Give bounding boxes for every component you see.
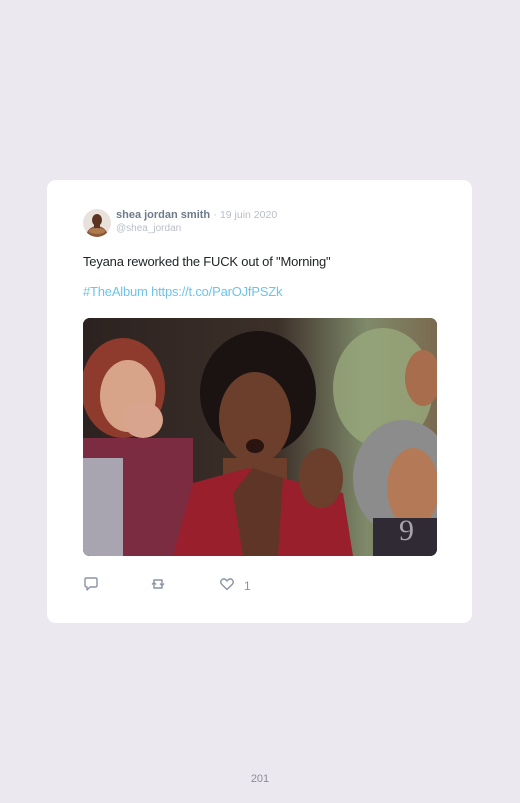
- svg-text:9: 9: [399, 514, 414, 547]
- tweet-text: Teyana reworked the FUCK out of "Morning…: [83, 254, 331, 269]
- like-button[interactable]: 1: [219, 577, 251, 595]
- tweet-card: shea jordan smith · 19 juin 2020 @shea_j…: [47, 180, 472, 623]
- tweet-media-gif[interactable]: 9: [83, 318, 437, 556]
- reply-button[interactable]: [83, 576, 99, 597]
- tweet-links: #TheAlbum https://t.co/ParOJfPSZk: [83, 284, 283, 299]
- page-number: 201: [250, 773, 270, 785]
- tweet-date[interactable]: 19 juin 2020: [220, 209, 277, 221]
- retweet-button[interactable]: [150, 577, 166, 595]
- separator-dot: ·: [213, 209, 217, 221]
- author-handle[interactable]: @shea_jordan: [116, 223, 181, 234]
- retweet-icon: [150, 576, 166, 597]
- like-count: 1: [244, 579, 251, 593]
- author-name[interactable]: shea jordan smith: [116, 209, 210, 221]
- reply-icon: [83, 576, 99, 597]
- hashtag-link[interactable]: #TheAlbum: [83, 284, 148, 299]
- heart-icon: [219, 576, 235, 597]
- avatar[interactable]: [83, 209, 111, 237]
- url-link[interactable]: https://t.co/ParOJfPSZk: [151, 284, 282, 299]
- author-line: shea jordan smith · 19 juin 2020: [116, 209, 277, 222]
